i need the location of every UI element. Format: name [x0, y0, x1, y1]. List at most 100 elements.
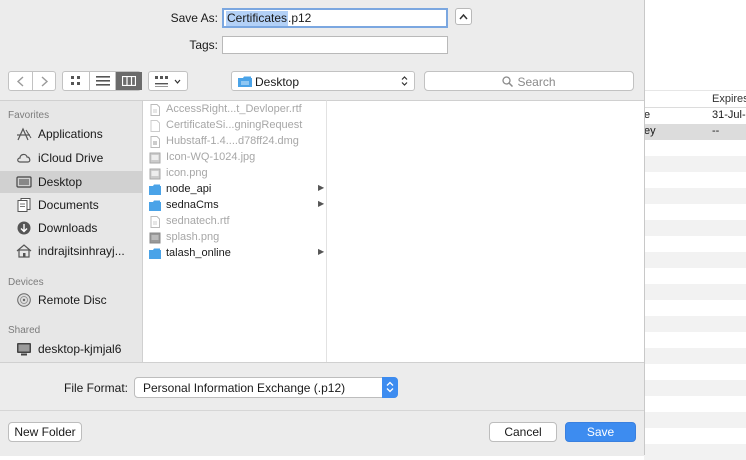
folder-icon [149, 200, 161, 211]
row-stripe [644, 220, 746, 236]
sidebar-item-label: Applications [38, 127, 103, 141]
row-stripe [644, 252, 746, 268]
chevron-up-icon [459, 13, 468, 20]
file-name: sednatech.rtf [166, 215, 230, 227]
updown-arrows-icon [386, 381, 394, 393]
list-view-button[interactable] [90, 72, 116, 90]
applications-icon [17, 127, 32, 141]
column-header[interactable]: Expires [644, 90, 746, 108]
filename-extension: .p12 [288, 11, 312, 25]
file-format-value: Personal Information Exchange (.p12) [143, 381, 346, 395]
file-name: icon.png [166, 167, 208, 179]
folder-icon [238, 76, 252, 87]
document-icon [150, 104, 160, 116]
filename-selection: Certificates [226, 11, 289, 26]
sidebar-item-documents[interactable]: Documents [0, 194, 142, 216]
row-stripe [644, 316, 746, 332]
sidebar-item-applications[interactable]: Applications [0, 123, 142, 145]
folder-icon [149, 184, 161, 195]
cell-expires: -- [712, 125, 720, 137]
list-item[interactable]: splash.png [147, 230, 323, 246]
column-view-button[interactable] [116, 72, 142, 90]
file-format-label: File Format: [63, 381, 128, 395]
arrange-icon [155, 76, 168, 87]
sidebar-item-remote-disc[interactable]: Remote Disc [0, 289, 142, 311]
location-popup[interactable]: Desktop [231, 71, 415, 91]
row-stripe [644, 348, 746, 364]
sidebar-item-label: Remote Disc [38, 293, 107, 307]
documents-icon [17, 198, 31, 212]
downloads-icon [17, 221, 31, 235]
table-row[interactable]: ey -- [644, 124, 746, 140]
list-item[interactable]: talash_online ▶ [147, 246, 325, 262]
sidebar-item-label: Downloads [38, 221, 98, 235]
search-icon [502, 76, 514, 88]
document-icon [150, 216, 160, 228]
file-name: Hubstaff-1.4....d78ff24.dmg [166, 135, 299, 147]
cell-name: ey [644, 125, 656, 137]
background-keychain-window: Expires e 31-Jul- ey -- [644, 0, 746, 460]
icon-view-button[interactable] [63, 72, 89, 90]
sidebar-item-shared-computer[interactable]: desktop-kjmjal6 [0, 338, 142, 360]
tags-input[interactable] [222, 36, 448, 54]
image-file-icon [149, 232, 161, 244]
arrange-menu-button[interactable] [148, 71, 188, 91]
image-file-icon [149, 152, 161, 164]
favorites-header: Favorites [8, 110, 50, 121]
file-format-popup[interactable]: Personal Information Exchange (.p12) [134, 377, 398, 398]
devices-header: Devices [8, 277, 44, 288]
row-stripe [644, 156, 746, 172]
sidebar-item-label: Documents [38, 198, 99, 212]
sidebar-item-desktop[interactable]: Desktop [0, 171, 142, 193]
folder-icon [149, 248, 161, 259]
list-item[interactable]: CertificateSi...gningRequest [147, 118, 323, 134]
search-field[interactable]: Search [424, 71, 634, 91]
list-item[interactable]: AccessRight...t_Devloper.rtf [147, 102, 323, 118]
list-item[interactable]: Hubstaff-1.4....d78ff24.dmg [147, 134, 323, 150]
grid-icon [71, 76, 80, 85]
file-name: node_api [166, 183, 212, 195]
sidebar: Favorites Applications iCloud Drive Desk… [0, 100, 142, 363]
row-stripe [644, 188, 746, 204]
list-item[interactable]: Icon-WQ-1024.jpg [147, 150, 323, 166]
home-icon [16, 244, 32, 258]
list-item[interactable]: sednaCms ▶ [147, 198, 325, 214]
filename-input[interactable]: Certificates .p12 [222, 8, 448, 28]
chevron-right-icon: ▶ [318, 199, 325, 208]
row-stripe [644, 444, 746, 460]
file-name: CertificateSi...gningRequest [166, 119, 303, 131]
empty-browser-column [326, 100, 644, 362]
sidebar-item-home[interactable]: indrajitsinhrayj... [0, 240, 142, 262]
location-label: Desktop [255, 75, 300, 89]
expand-dialog-button[interactable] [455, 8, 472, 25]
view-mode-buttons [62, 71, 142, 91]
sidebar-item-label: iCloud Drive [38, 151, 104, 165]
disc-icon [17, 293, 31, 307]
list-item[interactable]: node_api ▶ [147, 182, 324, 198]
forward-icon[interactable] [41, 76, 49, 87]
sidebar-item-label: indrajitsinhrayj... [38, 244, 125, 258]
sidebar-item-downloads[interactable]: Downloads [0, 217, 142, 239]
row-stripe [644, 412, 746, 428]
popup-arrows [382, 377, 398, 398]
list-icon [96, 76, 110, 86]
back-icon[interactable] [16, 76, 24, 87]
file-name: Icon-WQ-1024.jpg [166, 151, 256, 163]
blank-file-icon [150, 120, 160, 132]
file-name: splash.png [166, 231, 220, 243]
sidebar-item-label: desktop-kjmjal6 [38, 342, 122, 356]
sidebar-item-icloud-drive[interactable]: iCloud Drive [0, 147, 142, 169]
save-button[interactable]: Save [565, 422, 636, 442]
file-name: AccessRight...t_Devloper.rtf [166, 103, 302, 115]
cancel-button[interactable]: Cancel [489, 422, 557, 442]
table-row[interactable]: e 31-Jul- [644, 108, 746, 124]
expires-header[interactable]: Expires [712, 93, 746, 105]
list-item[interactable]: icon.png [147, 166, 323, 182]
disk-image-icon [150, 136, 160, 148]
chevron-right-icon: ▶ [318, 247, 325, 256]
chevron-down-icon [174, 79, 181, 84]
shared-header: Shared [8, 325, 41, 336]
new-folder-button[interactable]: New Folder [8, 422, 82, 442]
list-item[interactable]: sednatech.rtf [147, 214, 323, 230]
search-placeholder: Search [517, 75, 556, 89]
